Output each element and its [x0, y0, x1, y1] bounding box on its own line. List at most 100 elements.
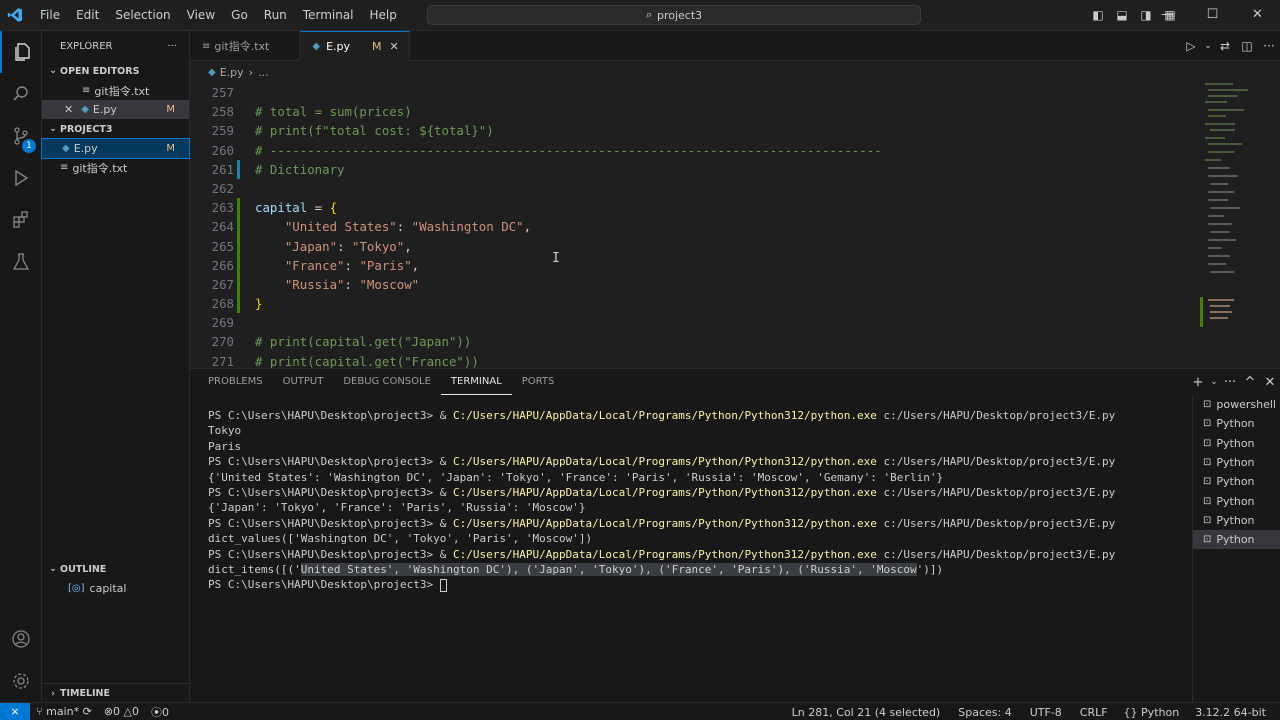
search-view-icon[interactable] [0, 73, 42, 115]
file-name: git指令.txt [72, 161, 128, 175]
close-window-icon[interactable]: ✕ [1235, 0, 1280, 30]
code-editor[interactable]: 257 258 # total = sum(prices) 259 # print(… [190, 83, 1200, 368]
terminal-instance[interactable]: ⊡ powershell [1193, 395, 1280, 414]
line-number: 269 [211, 315, 234, 331]
terminal-command: C:/Users/HAPU/AppData/Local/Programs/Pyt… [453, 485, 877, 499]
encoding[interactable]: UTF-8 [1024, 706, 1068, 719]
settings-gear-icon[interactable] [0, 660, 42, 702]
split-editor-icon[interactable]: ◫ [1236, 39, 1258, 53]
tab-ports[interactable]: PORTS [512, 370, 565, 394]
terminal-argument: c:/Users/HAPU/Desktop/project3/E.py [876, 516, 1116, 530]
open-editor-item-active[interactable]: ✕ ◆ E.py M [42, 100, 189, 119]
testing-flask-icon[interactable] [0, 241, 42, 283]
terminal-output-line: dict_values(['Washington DC', 'Tokyo', '… [208, 532, 593, 546]
toggle-primary-sidebar-icon[interactable]: ◧ [1086, 8, 1110, 22]
terminal-instance-label: Python [1216, 417, 1255, 431]
more-actions-icon[interactable]: ··· [167, 41, 177, 52]
terminal-instance[interactable]: ⊡ Python [1193, 491, 1280, 510]
breadcrumb-file[interactable]: E.py [220, 66, 244, 79]
maximize-panel-icon[interactable]: ^ [1240, 375, 1260, 390]
menu-run[interactable]: Run [256, 0, 295, 30]
tab-git-txt[interactable]: ≡ git指令.txt [190, 31, 301, 61]
tab-terminal[interactable]: TERMINAL [440, 370, 512, 395]
terminal-icon: ⊡ [1203, 418, 1212, 430]
menu-view[interactable]: View [179, 0, 223, 30]
source-control-icon[interactable]: 1 [0, 115, 42, 157]
maximize-icon[interactable]: ☐ [1190, 0, 1235, 30]
menu-edit[interactable]: Edit [68, 0, 107, 30]
command-center-search[interactable]: ⌕ project3 [427, 5, 921, 25]
cursor-position[interactable]: Ln 281, Col 21 (4 selected) [786, 706, 947, 719]
token-comma: , [411, 257, 420, 273]
menu-help[interactable]: Help [362, 0, 405, 30]
line-code: # total = sum(prices) [255, 104, 412, 120]
outline-header[interactable]: ⌄ OUTLINE [42, 559, 190, 579]
line-number: 265 [211, 238, 234, 254]
panel-actions: + ⌄ ··· ^ ✕ [1188, 369, 1280, 395]
breadcrumb-symbol[interactable]: ... [258, 66, 269, 79]
chevron-down-icon[interactable]: ⌄ [1202, 41, 1214, 51]
tab-problems[interactable]: PROBLEMS [198, 370, 273, 394]
tab-output[interactable]: OUTPUT [273, 370, 334, 394]
close-panel-icon[interactable]: ✕ [1260, 375, 1280, 390]
problems-status[interactable]: ⊗0 △0 [98, 705, 145, 718]
explorer-icon[interactable] [0, 31, 42, 73]
menu-terminal[interactable]: Terminal [295, 0, 362, 30]
explorer-sidebar: EXPLORER ··· ⌄ OPEN EDITORS ≡ git指令.txt … [41, 31, 190, 703]
timeline-header[interactable]: › TIMELINE [42, 684, 190, 703]
remote-indicator-icon[interactable]: ⨯ [0, 702, 30, 720]
chevron-down-icon[interactable]: ⌄ [1208, 377, 1220, 387]
code-line: 259 # print(f"total cost: ${total}") [190, 121, 1200, 140]
toggle-panel-icon[interactable]: ⬓ [1110, 8, 1134, 22]
outline-item[interactable]: [◎] capital [42, 579, 190, 598]
terminal-instance[interactable]: ⊡ Python [1193, 453, 1280, 472]
indentation[interactable]: Spaces: 4 [952, 706, 1017, 719]
minimap[interactable] [1200, 83, 1280, 368]
open-changes-icon[interactable]: ⇄ [1214, 39, 1236, 53]
terminal-output-line: {'United States': 'Washington DC', 'Japa… [208, 470, 944, 484]
open-editor-name: git指令.txt [94, 84, 150, 98]
open-editors-label: OPEN EDITORS [60, 65, 140, 77]
menu-go[interactable]: Go [223, 0, 256, 30]
open-editor-item[interactable]: ≡ git指令.txt [42, 81, 189, 100]
chevron-right-icon: › [248, 65, 254, 79]
run-debug-icon[interactable] [0, 157, 42, 199]
git-branch-icon: ⑂ [36, 705, 47, 718]
tab-e-py[interactable]: ◆ E.py M ✕ [300, 31, 410, 61]
close-tab-icon[interactable]: ✕ [390, 40, 399, 53]
terminal-icon: ⊡ [1203, 514, 1212, 526]
python-interpreter[interactable]: 3.12.2 64-bit [1189, 706, 1272, 719]
ports-status[interactable]: ⦿0 [145, 704, 175, 720]
menu-selection[interactable]: Selection [107, 0, 178, 30]
open-editors-section[interactable]: ⌄ OPEN EDITORS [42, 61, 189, 81]
project-section[interactable]: ⌄ PROJECT3 [42, 119, 189, 139]
file-item[interactable]: ≡ git指令.txt [42, 158, 189, 177]
terminal-instance[interactable]: ⊡ Python [1193, 472, 1280, 491]
tab-debug-console[interactable]: DEBUG CONSOLE [333, 370, 441, 394]
file-item-selected[interactable]: ◆ E.py M [41, 138, 190, 159]
minimize-icon[interactable]: — [1145, 0, 1190, 30]
run-file-icon[interactable]: ▷ [1180, 39, 1202, 53]
close-editor-icon[interactable]: ✕ [64, 103, 73, 116]
token-value: "Paris" [359, 257, 412, 273]
terminal-instance-active[interactable]: ⊡ Python [1193, 530, 1280, 550]
branch-status[interactable]: ⑂ main* ⟳ [30, 705, 98, 718]
terminal-command: C:/Users/HAPU/AppData/Local/Programs/Pyt… [453, 516, 877, 530]
more-actions-icon[interactable]: ··· [1258, 39, 1280, 53]
terminal-output[interactable]: PS C:\Users\HAPU\Desktop\project3> & C:/… [208, 408, 1188, 593]
extensions-icon[interactable] [0, 199, 42, 241]
menu-file[interactable]: File [32, 0, 68, 30]
more-actions-icon[interactable]: ··· [1220, 375, 1240, 390]
language-mode[interactable]: {} Python [1118, 706, 1186, 719]
new-terminal-icon[interactable]: + [1188, 375, 1208, 390]
text-file-icon: ≡ [82, 85, 91, 96]
terminal-instance[interactable]: ⊡ Python [1193, 434, 1280, 453]
accounts-icon[interactable] [0, 618, 42, 660]
error-icon: ⊗ [103, 705, 114, 718]
vscode-logo-icon[interactable] [0, 0, 30, 30]
terminal-instance[interactable]: ⊡ Python [1193, 511, 1280, 530]
end-of-line[interactable]: CRLF [1074, 706, 1114, 719]
token-operator: = [307, 200, 330, 216]
terminal-instance[interactable]: ⊡ Python [1193, 414, 1280, 433]
token-key: "Russia" [284, 276, 345, 292]
